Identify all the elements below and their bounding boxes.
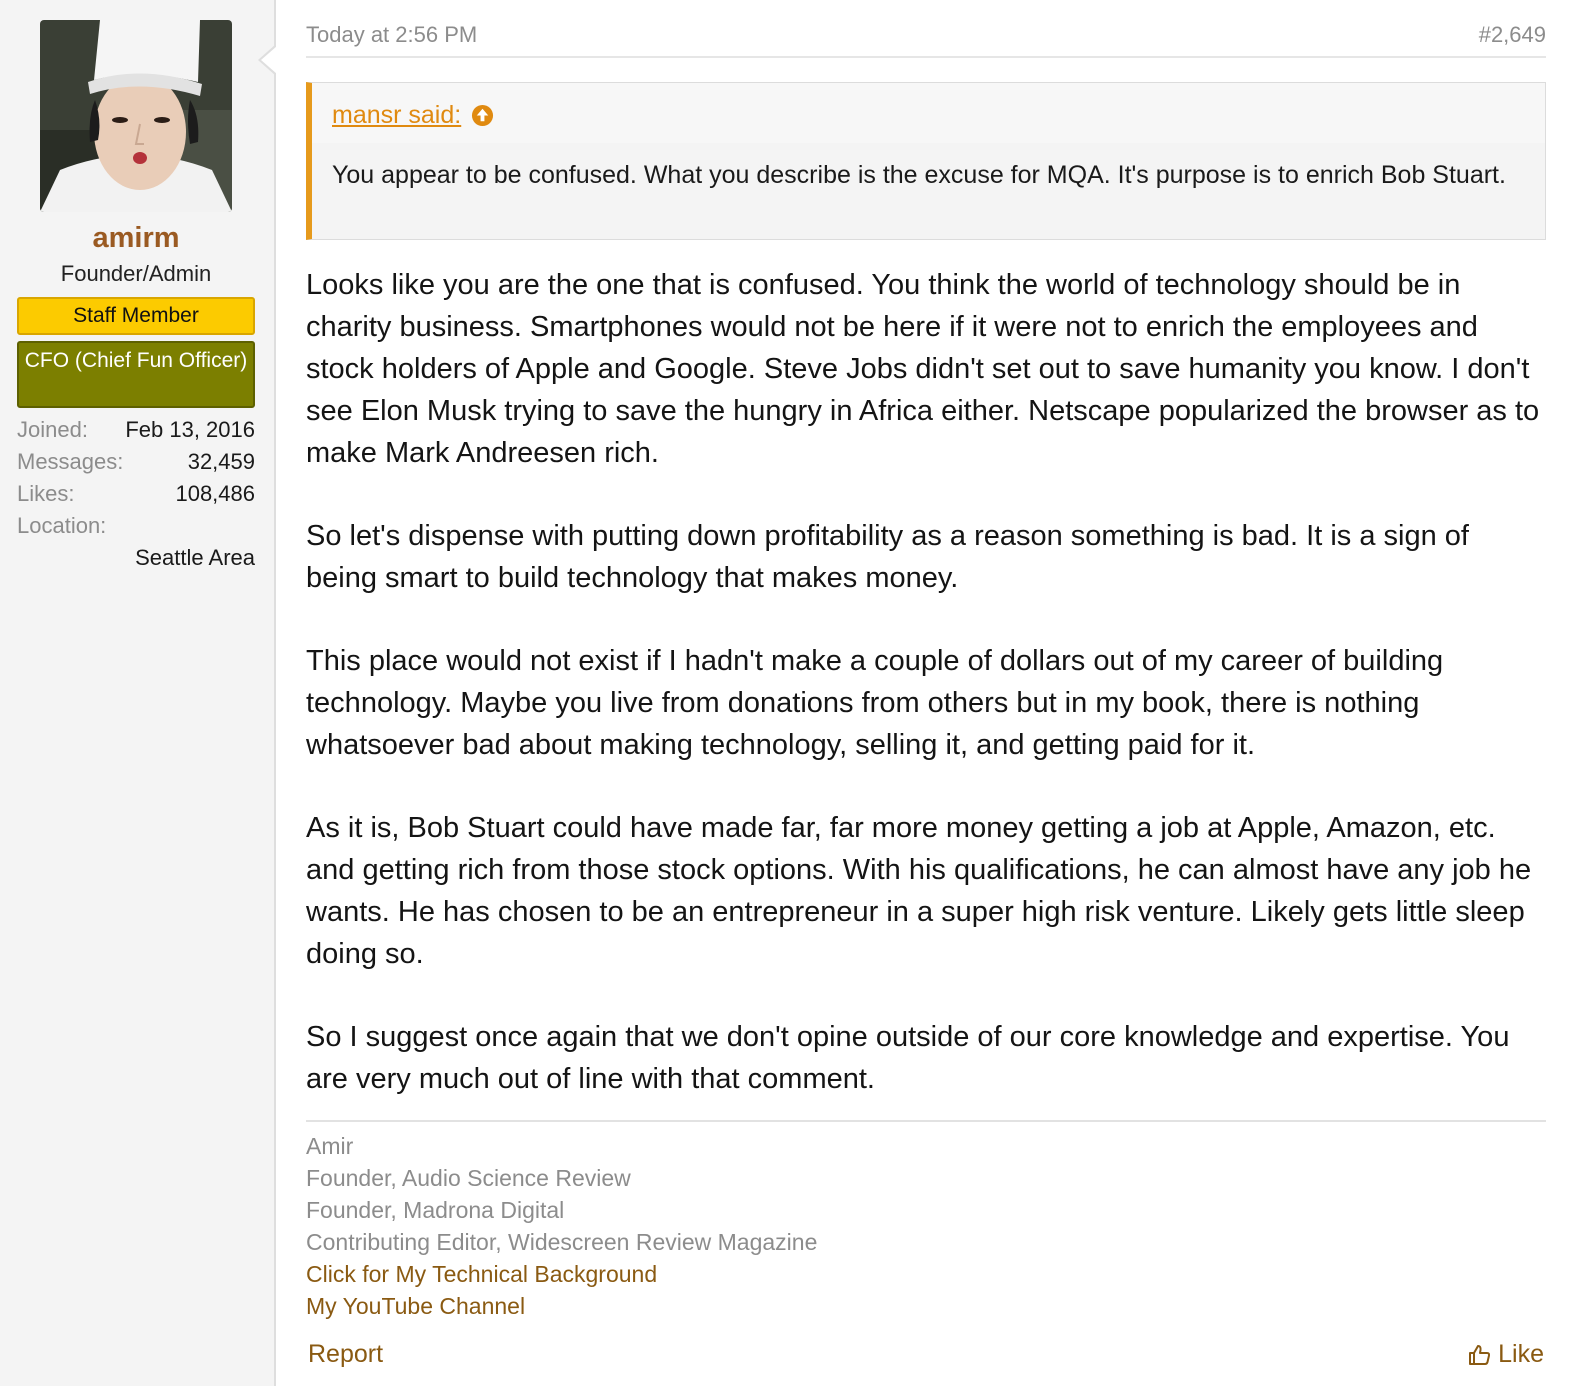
stat-joined: Joined: Feb 13, 2016 bbox=[17, 414, 255, 446]
user-title: Founder/Admin bbox=[60, 261, 212, 286]
quote-author-label: mansr said: bbox=[332, 101, 462, 129]
staff-member-badge: Staff Member bbox=[17, 297, 255, 335]
like-button[interactable]: Like bbox=[1468, 1340, 1544, 1369]
post-number-link[interactable]: #2,649 bbox=[1479, 22, 1546, 48]
arrow-up-circle-icon[interactable] bbox=[471, 104, 494, 127]
quote-block: mansr said: You appear to be confused. W… bbox=[306, 82, 1546, 240]
stat-location: Location: bbox=[17, 510, 255, 542]
message-paragraph: So let's dispense with putting down prof… bbox=[306, 520, 1469, 594]
stat-likes-value: 108,486 bbox=[175, 481, 255, 506]
avatar-image bbox=[40, 20, 232, 212]
post-header: Today at 2:56 PM #2,649 bbox=[306, 20, 1546, 58]
signature-line: Contributing Editor, Widescreen Review M… bbox=[306, 1229, 818, 1255]
quote-author-link[interactable]: mansr said: bbox=[332, 101, 494, 130]
stat-joined-label: Joined: bbox=[17, 417, 88, 442]
report-link[interactable]: Report bbox=[308, 1340, 383, 1369]
stat-messages-label: Messages: bbox=[17, 449, 124, 474]
message-body: Looks like you are the one that is confu… bbox=[306, 264, 1546, 1141]
quote-header: mansr said: bbox=[312, 83, 1545, 143]
signature: Amir Founder, Audio Science Review Found… bbox=[306, 1120, 1546, 1322]
message-paragraph: So I suggest once again that we don't op… bbox=[306, 1021, 1510, 1095]
username-link[interactable]: amirm bbox=[0, 222, 272, 255]
signature-line: Founder, Madrona Digital bbox=[306, 1197, 565, 1223]
post: Today at 2:56 PM #2,649 mansr said: You … bbox=[306, 0, 1546, 1386]
youtube-channel-link[interactable]: My YouTube Channel bbox=[306, 1290, 1546, 1322]
stat-location-value[interactable]: Seattle Area bbox=[17, 542, 255, 574]
stat-joined-value: Feb 13, 2016 bbox=[125, 417, 255, 442]
stat-location-label: Location: bbox=[17, 513, 107, 538]
thumbs-up-icon bbox=[1468, 1343, 1492, 1367]
post-pointer-inner bbox=[261, 46, 277, 74]
signature-name: Amir bbox=[306, 1133, 354, 1159]
message-paragraph: As it is, Bob Stuart could have made far… bbox=[306, 812, 1532, 970]
stat-likes: Likes: 108,486 bbox=[17, 478, 255, 510]
message-paragraph: This place would not exist if I hadn't m… bbox=[306, 645, 1444, 761]
quote-text: You appear to be confused. What you desc… bbox=[332, 161, 1506, 189]
cfo-badge: CFO (Chief Fun Officer) bbox=[17, 341, 255, 408]
stat-likes-label: Likes: bbox=[17, 481, 75, 506]
like-label: Like bbox=[1498, 1340, 1544, 1368]
stat-messages-value[interactable]: 32,459 bbox=[188, 446, 255, 478]
avatar[interactable] bbox=[40, 20, 232, 212]
stat-messages: Messages: 32,459 bbox=[17, 446, 255, 478]
user-info-panel: amirm Founder/Admin Staff Member CFO (Ch… bbox=[0, 0, 276, 1386]
user-stats: Joined: Feb 13, 2016 Messages: 32,459 Li… bbox=[17, 414, 255, 574]
signature-line: Founder, Audio Science Review bbox=[306, 1165, 631, 1191]
post-date-link[interactable]: Today at 2:56 PM bbox=[306, 22, 477, 48]
message-paragraph: Looks like you are the one that is confu… bbox=[306, 269, 1540, 469]
technical-background-link[interactable]: Click for My Technical Background bbox=[306, 1258, 1546, 1290]
